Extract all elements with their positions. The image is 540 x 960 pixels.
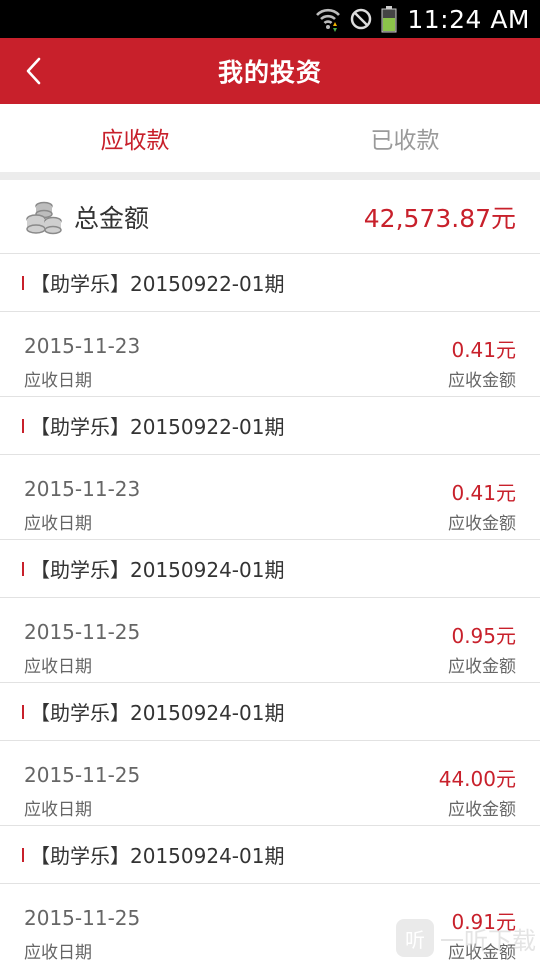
page-title: 我的投资 bbox=[217, 58, 322, 87]
item-date: 2015-11-23 bbox=[24, 334, 141, 358]
item-marker bbox=[22, 847, 24, 862]
item-date-label: 应收日期 bbox=[24, 657, 92, 677]
total-value: 42,573.87元 bbox=[363, 203, 516, 233]
item-body: 2015-11-25 应收日期 0.95元 应收金额 bbox=[0, 598, 540, 682]
total-label: 总金额 bbox=[74, 203, 150, 233]
item-header: 【助学乐】20150922-01期 bbox=[0, 254, 540, 312]
watermark-text: 一听下载 bbox=[440, 926, 536, 955]
item-amount: 0.95元 bbox=[451, 624, 516, 648]
status-time: 11:24 AM bbox=[407, 4, 530, 34]
list-item[interactable]: 【助学乐】20150924-01期 2015-11-25 应收日期 0.95元 … bbox=[0, 540, 540, 683]
receivable-list: 【助学乐】20150922-01期 2015-11-23 应收日期 0.41元 … bbox=[0, 254, 540, 960]
list-item[interactable]: 【助学乐】20150924-01期 2015-11-25 应收日期 44.00元… bbox=[0, 683, 540, 826]
item-amount: 0.41元 bbox=[451, 481, 516, 505]
item-date-label: 应收日期 bbox=[24, 514, 92, 534]
item-header: 【助学乐】20150924-01期 bbox=[0, 540, 540, 598]
item-marker bbox=[22, 704, 24, 719]
watermark-badge: 听 bbox=[396, 919, 434, 957]
item-name: 【助学乐】20150922-01期 bbox=[30, 272, 285, 296]
total-amount-row: 总金额 42,573.87元 bbox=[0, 180, 540, 254]
tab-received[interactable]: 已收款 bbox=[270, 104, 540, 172]
app-header: 我的投资 bbox=[0, 38, 540, 104]
screen: 11:24 AM 我的投资 应收款 已收款 总金额 42,573.87元 【助学… bbox=[0, 0, 540, 960]
item-date: 2015-11-25 bbox=[24, 763, 141, 787]
tab-bar: 应收款 已收款 bbox=[0, 104, 540, 172]
item-amount-label: 应收金额 bbox=[448, 371, 516, 391]
item-date: 2015-11-25 bbox=[24, 620, 141, 644]
coins-icon bbox=[26, 201, 62, 234]
item-marker bbox=[22, 561, 24, 576]
list-item[interactable]: 【助学乐】20150922-01期 2015-11-23 应收日期 0.41元 … bbox=[0, 254, 540, 397]
item-date: 2015-11-25 bbox=[24, 906, 141, 930]
item-date-label: 应收日期 bbox=[24, 371, 92, 391]
item-name: 【助学乐】20150924-01期 bbox=[30, 701, 285, 725]
item-body: 2015-11-23 应收日期 0.41元 应收金额 bbox=[0, 455, 540, 539]
watermark: 听 一听下载 bbox=[380, 916, 540, 960]
status-bar: 11:24 AM bbox=[0, 0, 540, 38]
battery-icon bbox=[381, 5, 397, 33]
item-header: 【助学乐】20150924-01期 bbox=[0, 826, 540, 884]
back-button[interactable] bbox=[14, 51, 54, 91]
section-divider bbox=[0, 172, 540, 180]
item-date: 2015-11-23 bbox=[24, 477, 141, 501]
item-amount: 0.41元 bbox=[451, 338, 516, 362]
item-header: 【助学乐】20150924-01期 bbox=[0, 683, 540, 741]
item-name: 【助学乐】20150922-01期 bbox=[30, 415, 285, 439]
item-amount-label: 应收金额 bbox=[448, 800, 516, 820]
item-date-label: 应收日期 bbox=[24, 943, 92, 960]
chevron-left-icon bbox=[26, 57, 41, 85]
wifi-icon bbox=[315, 6, 341, 32]
item-marker bbox=[22, 418, 24, 433]
item-header: 【助学乐】20150922-01期 bbox=[0, 397, 540, 455]
item-amount-label: 应收金额 bbox=[448, 657, 516, 677]
item-date-label: 应收日期 bbox=[24, 800, 92, 820]
item-body: 2015-11-23 应收日期 0.41元 应收金额 bbox=[0, 312, 540, 396]
blocked-icon bbox=[349, 7, 373, 31]
item-amount: 44.00元 bbox=[438, 767, 516, 791]
item-name: 【助学乐】20150924-01期 bbox=[30, 558, 285, 582]
list-item[interactable]: 【助学乐】20150922-01期 2015-11-23 应收日期 0.41元 … bbox=[0, 397, 540, 540]
item-body: 2015-11-25 应收日期 44.00元 应收金额 bbox=[0, 741, 540, 825]
item-name: 【助学乐】20150924-01期 bbox=[30, 844, 285, 868]
item-amount-label: 应收金额 bbox=[448, 514, 516, 534]
tab-receivable[interactable]: 应收款 bbox=[0, 104, 270, 172]
item-marker bbox=[22, 275, 24, 290]
